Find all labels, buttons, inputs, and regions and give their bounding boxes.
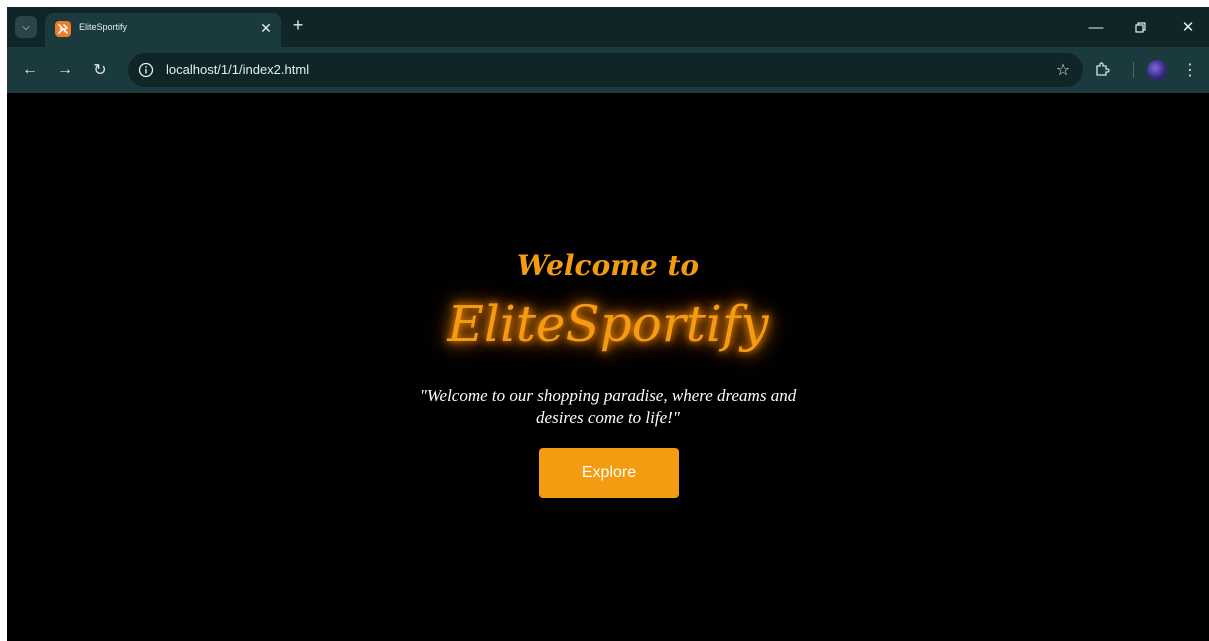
toolbar: ← → ↻ localhost/1/1/index2.html ☆ ⋮	[7, 47, 1209, 93]
page-content: Welcome to EliteSportify "Welcome to our…	[7, 93, 1209, 641]
plus-icon[interactable]: +	[288, 15, 308, 35]
brand-title: EliteSportify	[447, 295, 769, 353]
arrow-right-icon[interactable]: →	[54, 59, 76, 81]
toolbar-divider	[1133, 62, 1134, 78]
star-icon[interactable]: ☆	[1053, 60, 1073, 80]
arrow-left-icon[interactable]: ←	[19, 59, 41, 81]
close-window-icon[interactable]: ✕	[1173, 15, 1203, 39]
tagline: "Welcome to our shopping paradise, where…	[419, 386, 797, 427]
tab-close-icon[interactable]: ✕	[257, 19, 275, 37]
url-text[interactable]: localhost/1/1/index2.html	[166, 62, 309, 77]
tab-elitesportify[interactable]: EliteSportify ✕	[45, 13, 281, 47]
minimize-icon[interactable]: —	[1081, 15, 1111, 39]
explore-button[interactable]: Explore	[539, 448, 679, 498]
restore-icon[interactable]	[1125, 15, 1155, 39]
chevron-down-icon[interactable]: ⌵	[15, 16, 37, 38]
kebab-menu-icon[interactable]: ⋮	[1179, 59, 1201, 81]
tab-strip: ⌵ EliteSportify ✕ + — ✕	[7, 7, 1209, 47]
avatar[interactable]	[1147, 60, 1167, 80]
reload-icon[interactable]: ↻	[89, 59, 111, 81]
tab-title: EliteSportify	[79, 22, 128, 32]
browser-window: ⌵ EliteSportify ✕ + — ✕ ← → ↻ localhost/…	[7, 7, 1209, 641]
info-icon[interactable]	[138, 62, 154, 78]
welcome-heading: Welcome to	[516, 249, 700, 282]
xampp-icon	[55, 21, 71, 37]
address-bar[interactable]: localhost/1/1/index2.html ☆	[128, 53, 1083, 87]
puzzle-icon[interactable]	[1091, 59, 1113, 81]
